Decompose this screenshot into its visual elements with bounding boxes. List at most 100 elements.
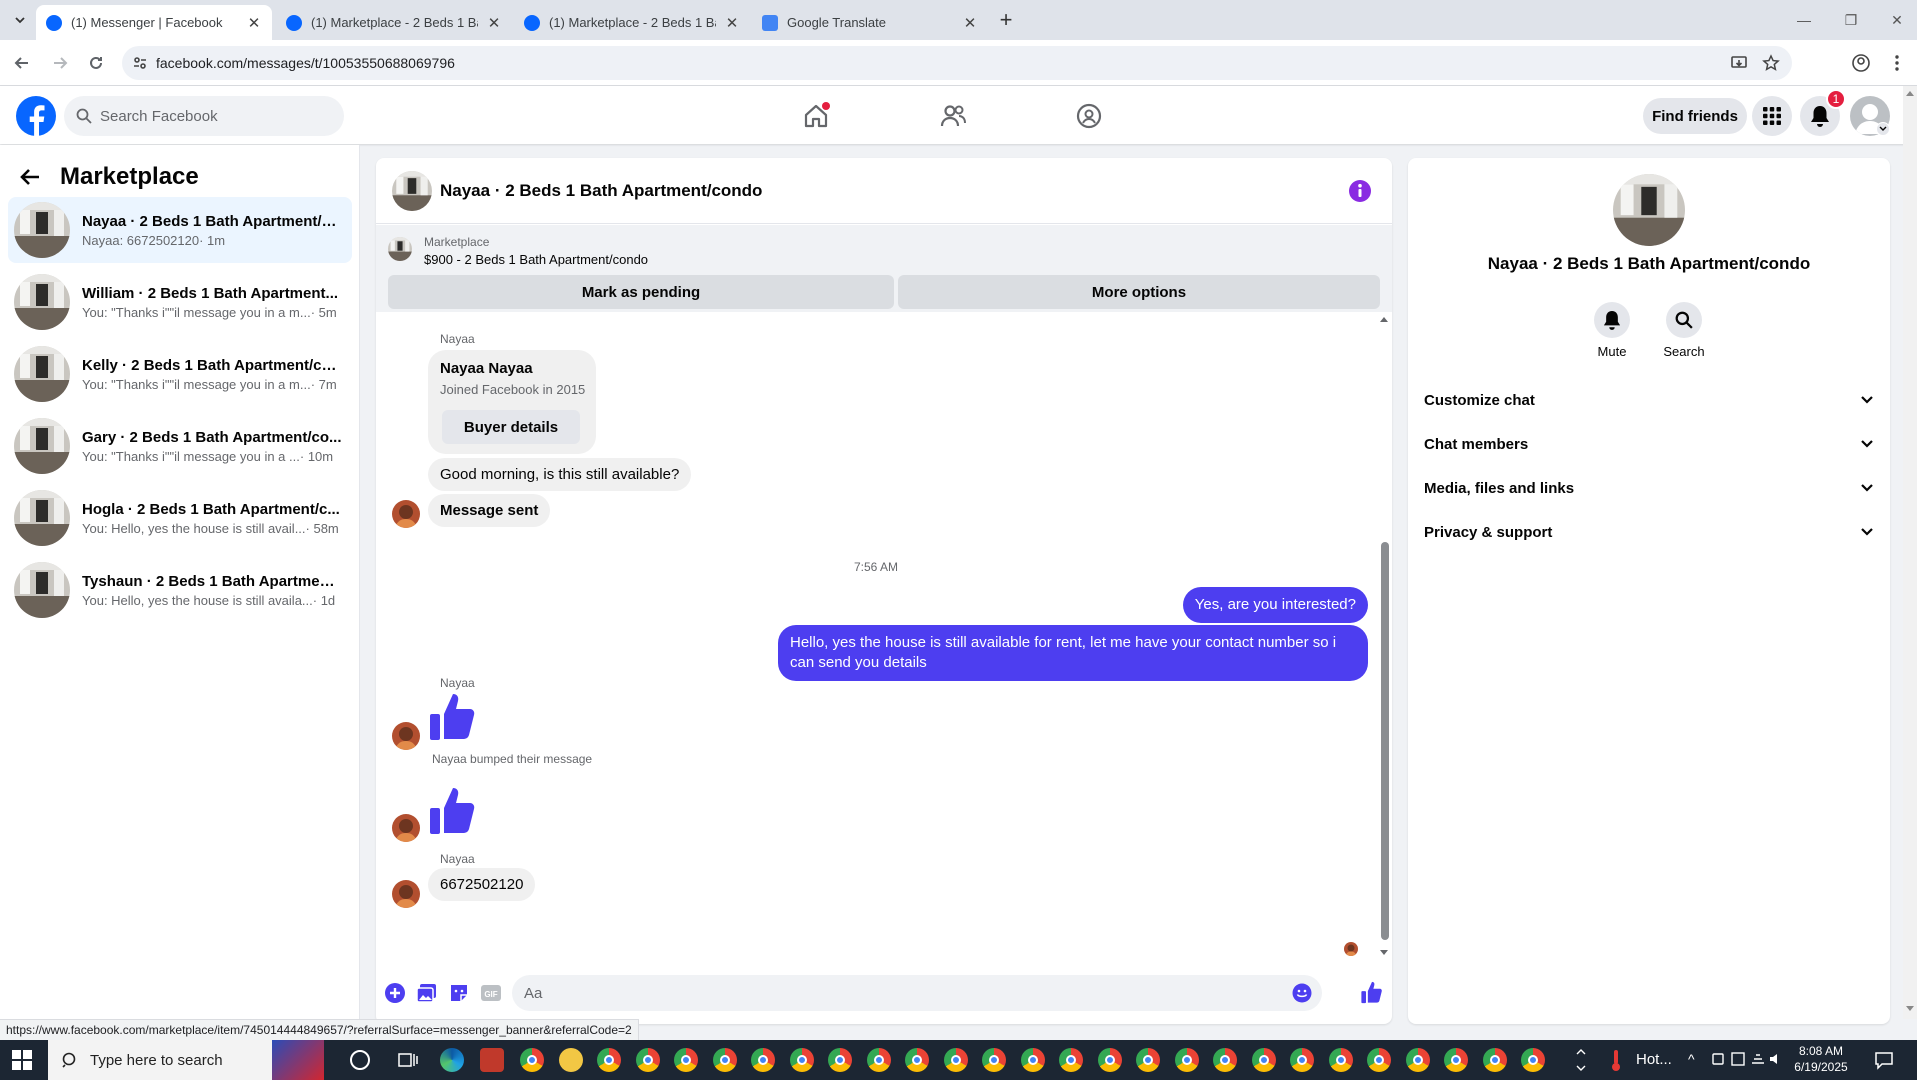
mark-as-pending-button[interactable]: Mark as pending — [388, 275, 894, 309]
info-icon[interactable] — [1348, 179, 1372, 203]
plus-icon[interactable] — [384, 982, 406, 1004]
sender-avatar[interactable] — [392, 880, 420, 908]
windows-start-icon[interactable] — [12, 1050, 32, 1070]
chrome-icon[interactable] — [1367, 1048, 1391, 1072]
menu-grid-button[interactable] — [1752, 96, 1792, 136]
tab-search-button[interactable] — [8, 10, 32, 30]
sender-avatar[interactable] — [392, 722, 420, 750]
file-explorer-icon[interactable] — [558, 1048, 583, 1072]
facebook-logo-icon[interactable] — [16, 96, 56, 136]
thermometer-icon[interactable] — [1610, 1048, 1622, 1072]
taskbar-search-input[interactable]: Type here to search — [48, 1040, 324, 1080]
nav-groups[interactable] — [1069, 96, 1109, 136]
restore-button[interactable]: ❐ — [1841, 10, 1861, 30]
close-tab-icon[interactable]: ✕ — [246, 15, 262, 32]
conversation-item[interactable]: Hogla · 2 Beds 1 Bath Apartment/c... You:… — [8, 485, 352, 551]
back-button[interactable] — [10, 51, 34, 75]
sticker-icon[interactable] — [448, 982, 470, 1004]
chrome-icon[interactable] — [751, 1048, 775, 1072]
buyer-details-button[interactable]: Buyer details — [442, 410, 580, 444]
tray-icons[interactable] — [1712, 1051, 1784, 1067]
mute-button[interactable]: Mute — [1582, 302, 1642, 359]
cortana-icon[interactable] — [350, 1050, 370, 1070]
reload-button[interactable] — [84, 51, 108, 75]
chrome-icon[interactable] — [1059, 1048, 1083, 1072]
chrome-icon[interactable] — [674, 1048, 698, 1072]
forward-button[interactable] — [48, 51, 72, 75]
privacy-support-row[interactable]: Privacy & support — [1424, 510, 1874, 554]
more-options-button[interactable]: More options — [898, 275, 1380, 309]
chrome-icon[interactable] — [1405, 1048, 1430, 1072]
chrome-icon[interactable] — [789, 1048, 814, 1072]
browser-tab-marketplace-1[interactable]: (1) Marketplace - 2 Beds 1 Bath ✕ — [276, 5, 512, 40]
send-like-icon[interactable] — [1360, 980, 1384, 1004]
chrome-icon[interactable] — [1251, 1048, 1276, 1072]
close-window-button[interactable]: ✕ — [1887, 10, 1907, 30]
conversation-item[interactable]: Nayaa · 2 Beds 1 Bath Apartment/c... Naya… — [8, 197, 352, 263]
close-tab-icon[interactable]: ✕ — [486, 15, 502, 32]
nav-home[interactable] — [796, 96, 836, 136]
account-chevron-icon[interactable] — [1876, 122, 1890, 136]
message-input[interactable]: Aa — [512, 975, 1322, 1011]
address-bar[interactable]: facebook.com/messages/t/1005355068806979… — [122, 46, 1792, 80]
chrome-icon[interactable] — [520, 1048, 544, 1072]
chevron-up-icon[interactable] — [1576, 1048, 1586, 1072]
notification-center-icon[interactable] — [1874, 1050, 1894, 1070]
conversation-item[interactable]: William · 2 Beds 1 Bath Apartment... You:… — [8, 269, 352, 335]
minimize-button[interactable]: — — [1794, 10, 1814, 30]
page-scrollbar[interactable] — [1903, 86, 1917, 1019]
nav-friends[interactable] — [933, 96, 973, 136]
gif-icon[interactable]: GIF — [480, 982, 502, 1004]
chat-members-row[interactable]: Chat members — [1424, 422, 1874, 466]
chrome-icon[interactable] — [712, 1048, 737, 1072]
sender-avatar[interactable] — [392, 814, 420, 842]
chrome-icon[interactable] — [828, 1048, 852, 1072]
tray-chevron-icon[interactable]: ^ — [1688, 1051, 1695, 1067]
new-tab-button[interactable]: + — [996, 7, 1016, 32]
chrome-icon[interactable] — [597, 1048, 621, 1072]
listing-thumbnail[interactable] — [388, 237, 412, 261]
browser-menu-button[interactable] — [1885, 51, 1909, 75]
profile-button[interactable] — [1849, 51, 1873, 75]
conversation-item[interactable]: Tyshaun · 2 Beds 1 Bath Apartment... You:… — [8, 557, 352, 623]
browser-tab-messenger[interactable]: (1) Messenger | Facebook ✕ — [36, 5, 272, 40]
chrome-icon[interactable] — [905, 1048, 929, 1072]
chrome-icon[interactable] — [1213, 1048, 1237, 1072]
app-icon[interactable] — [480, 1048, 504, 1072]
chrome-icon[interactable] — [982, 1048, 1006, 1072]
message-scrollbar[interactable] — [1378, 312, 1390, 960]
photo-icon[interactable] — [416, 982, 438, 1004]
chrome-icon[interactable] — [1136, 1048, 1160, 1072]
close-tab-icon[interactable]: ✕ — [724, 15, 740, 32]
chrome-icon[interactable] — [943, 1048, 968, 1072]
search-conversation-button[interactable]: Search — [1654, 302, 1714, 359]
chrome-icon[interactable] — [1097, 1048, 1122, 1072]
chrome-icon[interactable] — [1020, 1048, 1045, 1072]
facebook-search-input[interactable]: Search Facebook — [64, 96, 344, 136]
browser-tab-translate[interactable]: Google Translate ✕ — [752, 5, 988, 40]
conversation-item[interactable]: Gary · 2 Beds 1 Bath Apartment/co... You:… — [8, 413, 352, 479]
chrome-icon[interactable] — [1290, 1048, 1314, 1072]
system-clock[interactable]: 8:08 AM 6/19/2025 — [1791, 1043, 1851, 1075]
chrome-icon[interactable] — [1521, 1048, 1545, 1072]
scrollbar-thumb[interactable] — [1381, 542, 1389, 940]
task-view-icon[interactable] — [398, 1050, 418, 1070]
weather-text[interactable]: Hot... — [1636, 1051, 1672, 1068]
sender-avatar[interactable] — [392, 500, 420, 528]
chrome-icon[interactable] — [1174, 1048, 1199, 1072]
listing-title[interactable]: $900 - 2 Beds 1 Bath Apartment/condo — [424, 252, 648, 267]
chrome-icon[interactable] — [1482, 1048, 1507, 1072]
conversation-item[interactable]: Kelly · 2 Beds 1 Bath Apartment/co... You… — [8, 341, 352, 407]
edge-icon[interactable] — [440, 1048, 464, 1072]
close-tab-icon[interactable]: ✕ — [962, 15, 978, 32]
chrome-icon[interactable] — [1328, 1048, 1353, 1072]
back-arrow-icon[interactable] — [20, 168, 40, 186]
chrome-icon[interactable] — [635, 1048, 660, 1072]
chrome-icon[interactable] — [1444, 1048, 1468, 1072]
customize-chat-row[interactable]: Customize chat — [1424, 378, 1874, 422]
media-files-links-row[interactable]: Media, files and links — [1424, 466, 1874, 510]
listing-avatar[interactable] — [1613, 174, 1685, 246]
chat-avatar[interactable] — [392, 170, 432, 211]
browser-tab-marketplace-2[interactable]: (1) Marketplace - 2 Beds 1 Bath ✕ — [514, 5, 750, 40]
chat-title[interactable]: Nayaa · 2 Beds 1 Bath Apartment/condo — [440, 181, 762, 201]
